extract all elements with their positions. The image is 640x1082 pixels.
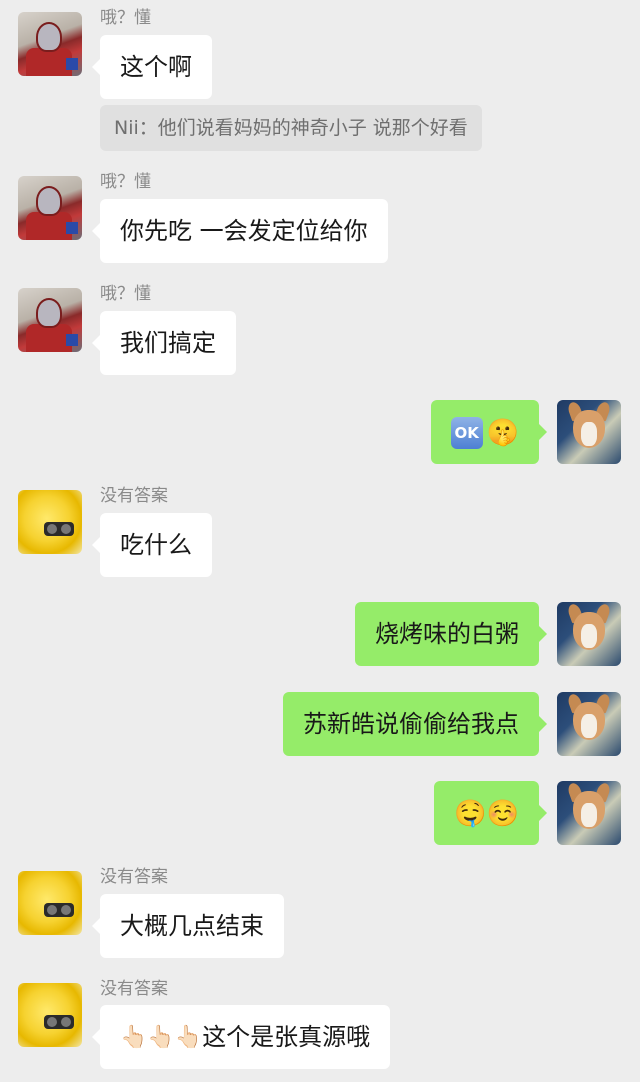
sender-name: 哦？懂: [100, 284, 151, 304]
message-bubble[interactable]: 烧烤味的白粥: [355, 602, 547, 666]
yellow-avatar[interactable]: [18, 490, 82, 554]
message-text: 这个是张真源哦: [202, 1023, 371, 1051]
message-bubble[interactable]: 苏新皓说偷偷给我点: [283, 692, 547, 756]
message-bubble[interactable]: 这个啊: [92, 35, 212, 99]
ok-emoji-icon: OK: [450, 417, 483, 449]
quoted-message[interactable]: Nii：他们说看妈妈的神奇小子 说那个好看: [100, 105, 482, 151]
yellow-avatar[interactable]: [18, 983, 82, 1047]
message-bubble[interactable]: 大概几点结束: [92, 894, 284, 958]
message-bubble[interactable]: 🤤☺️: [434, 781, 547, 845]
sender-name: 没有答案: [100, 979, 168, 999]
sender-name: 哦？懂: [100, 172, 151, 192]
dog-avatar[interactable]: [557, 692, 621, 756]
ultraman-avatar[interactable]: [18, 12, 82, 76]
message-bubble[interactable]: OK 🤫: [430, 400, 548, 464]
dog-avatar[interactable]: [557, 781, 621, 845]
dog-avatar[interactable]: [557, 400, 621, 464]
message-bubble[interactable]: 👆🏻👆🏻👆🏻这个是张真源哦: [91, 1005, 391, 1069]
message-bubble[interactable]: 你先吃 一会发定位给你: [92, 199, 388, 263]
yellow-avatar[interactable]: [18, 871, 82, 935]
sender-name: 没有答案: [100, 486, 168, 506]
ultraman-avatar[interactable]: [18, 288, 82, 352]
message-bubble[interactable]: 我们搞定: [92, 311, 236, 375]
sender-name: 没有答案: [100, 867, 168, 887]
pointing-up-icon: 👆🏻👆🏻👆🏻: [120, 1025, 203, 1050]
dog-avatar[interactable]: [557, 602, 621, 666]
message-bubble[interactable]: 吃什么: [92, 513, 212, 577]
drooling-smiling-face-icon: 🤤☺️: [454, 799, 519, 829]
shushing-face-icon: 🤫: [486, 418, 519, 448]
sender-name: 哦？懂: [100, 8, 151, 28]
ultraman-avatar[interactable]: [18, 176, 82, 240]
